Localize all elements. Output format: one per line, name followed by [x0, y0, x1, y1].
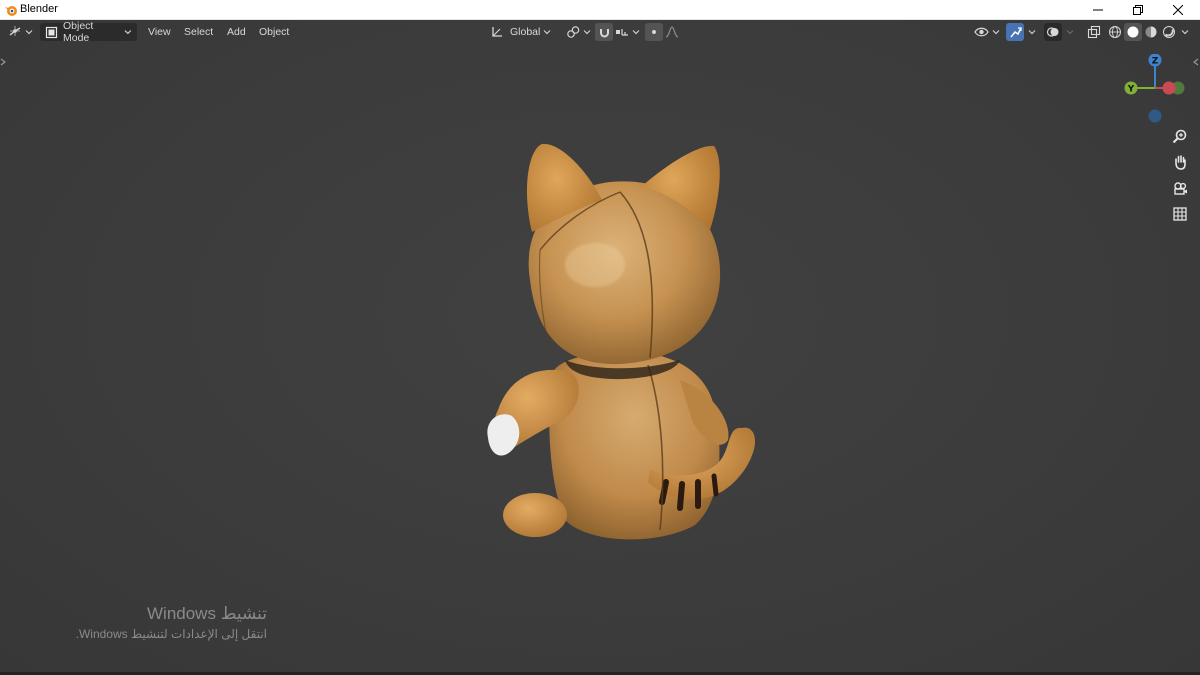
sidebar-expand-icon[interactable] [1193, 58, 1200, 68]
xray-toggle-button[interactable] [1085, 23, 1103, 41]
chevron-down-icon[interactable] [1066, 28, 1074, 36]
solid-shading-icon [1126, 25, 1140, 39]
object-visibility-dropdown[interactable] [974, 23, 1002, 41]
xray-toggle-icon [1087, 25, 1101, 39]
gizmo-toggle-icon [1009, 26, 1022, 39]
pivot-point-dropdown[interactable] [566, 23, 592, 41]
chevron-down-icon[interactable] [1181, 28, 1189, 36]
watermark-subtitle: انتقل إلى الإعدادات لتنشيط Windows. [75, 627, 267, 641]
gizmo-z-label: Z [1152, 57, 1159, 67]
rendered-shading-button[interactable] [1160, 23, 1178, 41]
menu-add[interactable]: Add [223, 23, 250, 41]
editor-type-icon [8, 24, 22, 41]
chevron-down-icon [583, 30, 591, 35]
transform-orientation-dropdown[interactable]: Global [490, 23, 558, 41]
watermark-title: تنشيط Windows [147, 604, 267, 623]
close-icon [1173, 5, 1183, 15]
object-mode-icon [45, 26, 58, 39]
restore-icon [1133, 5, 1143, 15]
falloff-button[interactable] [663, 23, 681, 41]
chevron-down-icon [992, 30, 1000, 35]
chevron-down-icon [632, 30, 640, 35]
chevron-down-icon [124, 30, 132, 35]
camera-view-button[interactable] [1168, 176, 1192, 200]
zoom-button[interactable] [1168, 124, 1192, 148]
overlay-group [1044, 23, 1074, 41]
object-mode-dropdown[interactable]: Object Mode [40, 20, 137, 44]
close-button[interactable] [1158, 0, 1198, 20]
restore-button[interactable] [1118, 0, 1158, 20]
snap-target-dropdown[interactable] [615, 23, 641, 41]
object-visibility-icon [974, 26, 989, 39]
chevron-down-icon[interactable] [1028, 28, 1036, 36]
falloff-curve-icon [665, 26, 679, 38]
menu-select[interactable]: Select [180, 23, 217, 41]
gizmo-group [1006, 23, 1036, 41]
zoom-icon [1172, 128, 1188, 144]
pivot-point-icon [566, 25, 580, 39]
chevron-down-icon [543, 30, 551, 35]
editor-type-button[interactable] [8, 23, 34, 41]
navigation-gizmo[interactable]: Z Y [1118, 53, 1190, 126]
orthographic-toggle-button[interactable] [1168, 202, 1192, 226]
pan-button[interactable] [1168, 150, 1192, 174]
viewport-header: Object Mode View Select Add Object Globa… [0, 20, 1200, 44]
material-preview-icon [1144, 25, 1158, 39]
3d-viewport[interactable]: Object Mode View Select Add Object Globa… [0, 20, 1200, 672]
proportional-group [645, 23, 681, 41]
camera-view-icon [1172, 180, 1188, 196]
gizmo-y-label: Y [1127, 85, 1135, 95]
window-titlebar: Blender [0, 0, 1200, 20]
rendered-shading-icon [1162, 25, 1176, 39]
gizmo-toggle-button[interactable] [1006, 23, 1024, 41]
transform-orientation-label: Global [510, 26, 541, 38]
overlay-toggle-button[interactable] [1044, 23, 1062, 41]
pan-hand-icon [1172, 154, 1188, 170]
wireframe-shading-icon [1108, 25, 1122, 39]
minimize-button[interactable] [1078, 0, 1118, 20]
gizmo-x-axis[interactable] [1162, 81, 1176, 95]
gizmo-neg-z[interactable] [1148, 109, 1162, 123]
wireframe-shading-button[interactable] [1106, 23, 1124, 41]
object-mode-label: Object Mode [63, 20, 94, 44]
snap-group [595, 23, 613, 41]
solid-shading-button[interactable] [1124, 23, 1142, 41]
shading-mode-group [1106, 23, 1189, 41]
snap-target-icon [615, 25, 629, 39]
menu-object[interactable]: Object [255, 23, 293, 41]
window-title: Blender [20, 3, 58, 15]
snap-magnet-icon [598, 26, 611, 39]
toolbar-expand-icon[interactable] [0, 58, 8, 68]
proportional-edit-icon [648, 26, 660, 38]
orthographic-grid-icon [1172, 206, 1188, 222]
material-preview-button[interactable] [1142, 23, 1160, 41]
menu-view[interactable]: View [144, 23, 175, 41]
blender-logo-icon [4, 3, 18, 17]
proportional-edit-button[interactable] [645, 23, 663, 41]
snap-toggle-button[interactable] [595, 23, 613, 41]
transform-orientation-icon [490, 25, 504, 39]
overlay-icon [1046, 25, 1060, 39]
chevron-down-icon [25, 30, 33, 35]
cat-figurine-model[interactable] [470, 120, 780, 540]
minimize-icon [1093, 5, 1103, 15]
